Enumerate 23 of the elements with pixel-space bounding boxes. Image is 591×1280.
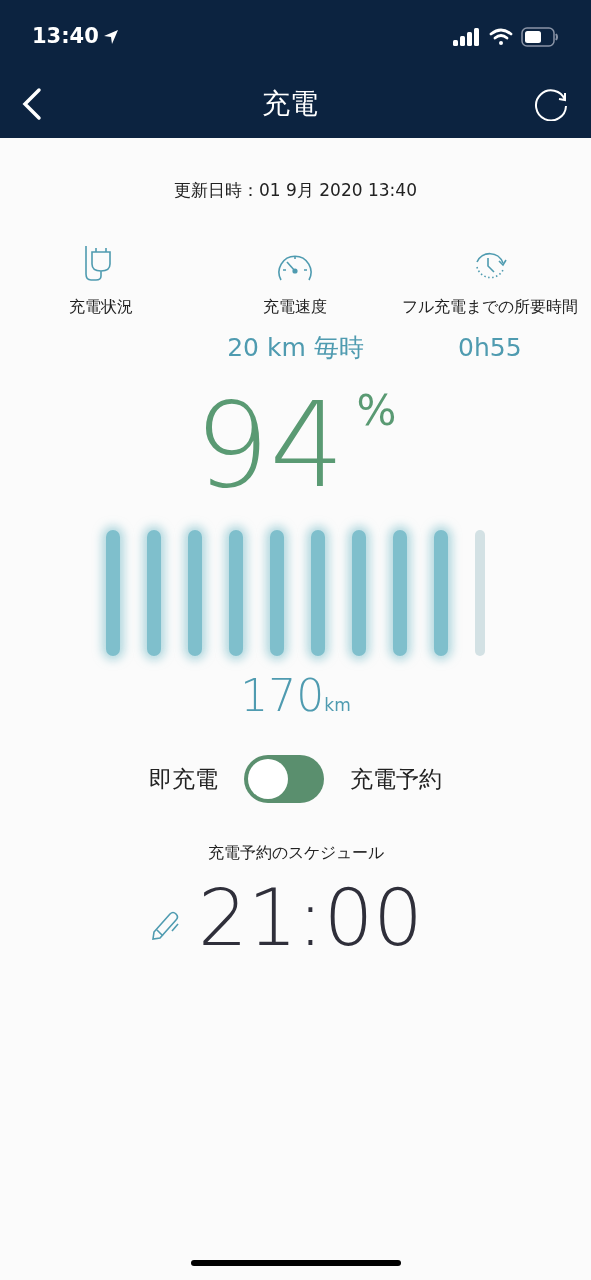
signal-icon <box>453 28 481 46</box>
stat-label: フル充電までの所要時間 <box>401 296 578 318</box>
status-time: 13:40 <box>32 23 99 51</box>
refresh-icon <box>534 87 568 121</box>
charge-percent: 94 <box>194 386 345 505</box>
location-arrow-icon <box>102 29 119 45</box>
charge-mode-toggle[interactable] <box>244 754 324 803</box>
page-title: 充電 <box>261 86 318 122</box>
back-chevron-icon <box>21 87 43 121</box>
schedule-label: 充電予約のスケジュール <box>207 841 384 864</box>
stat-label: 充電速度 <box>263 296 328 318</box>
wifi-icon <box>489 28 513 46</box>
range-value: 170 <box>240 674 325 719</box>
stat-value: 0h55 <box>458 331 522 364</box>
schedule-time: 21:00 <box>198 878 423 957</box>
percent-sign: % <box>356 390 397 433</box>
instant-charge-label: 即充電 <box>149 764 218 794</box>
stat-value: 20 km 毎時 <box>227 331 364 364</box>
scheduled-charge-label: 充電予約 <box>350 764 442 794</box>
range-unit: km <box>324 694 351 718</box>
stat-label: 充電状況 <box>69 296 134 318</box>
updated-time: 更新日時：01 9月 2020 13:40 <box>174 179 417 202</box>
battery-icon <box>521 27 559 47</box>
